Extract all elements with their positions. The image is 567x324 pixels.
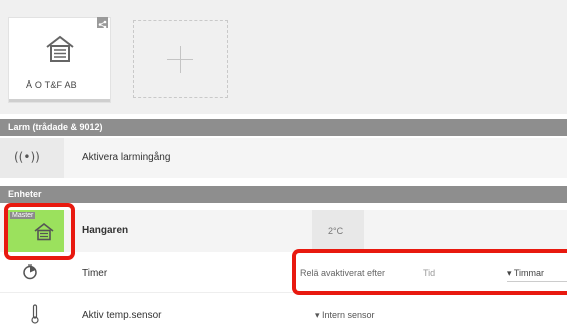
alarm-icon-cell: ((•)) [0,138,64,178]
alarm-label: Aktivera larmingång [82,152,171,163]
sensor-row: Aktiv temp.sensor ▾ Intern sensor [0,296,567,324]
house-icon [34,223,54,241]
device-name: Å O T&F AB [26,80,77,90]
timer-row: Timer Relä avaktiverat efter Tid ▾ Timma… [0,253,567,293]
sensor-label: Aktiv temp.sensor [82,310,162,321]
device-card[interactable]: Å O T&F AB [9,18,110,102]
device-bar: Å O T&F AB [0,0,567,114]
sensor-select[interactable]: ▾ Intern sensor [315,310,375,321]
hours-select[interactable]: ▾ Timmar [507,265,567,282]
alarm-row[interactable]: ((•)) Aktivera larmingång [0,138,567,178]
timer-label: Timer [82,268,108,279]
section-header-alarm: Larm (trådade & 9012) [0,119,567,136]
temperature-value: 2°C [328,226,344,236]
relay-deactivate-label: Relä avaktiverat efter [300,268,386,278]
share-icon[interactable] [97,17,108,29]
time-input[interactable]: Tid [423,268,435,278]
house-icon [46,35,74,62]
unit-row[interactable]: Master Hangaren 2°C [0,210,567,252]
timer-icon [23,264,37,280]
section-header-units: Enheter [0,186,567,203]
temperature-cell: 2°C [312,210,364,252]
add-device-button[interactable] [133,20,228,98]
unit-name: Hangaren [82,225,129,236]
thermometer-icon [31,304,39,324]
master-badge: Master [10,212,36,219]
alarm-broadcast-icon: ((•)) [14,150,40,164]
